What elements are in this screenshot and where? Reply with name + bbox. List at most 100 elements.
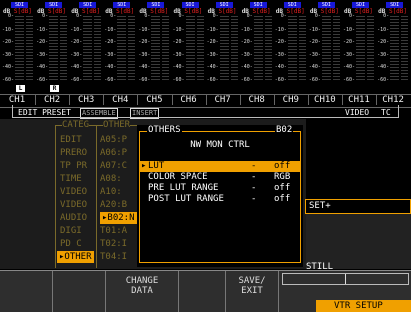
- db-unit: S[dB]: [150, 8, 169, 15]
- setting-value: off: [274, 194, 291, 204]
- category-item[interactable]: DIGI: [60, 225, 82, 237]
- scale-tick: -10-: [172, 27, 185, 33]
- scale-tick: -10-: [138, 27, 151, 33]
- scale-tick: -60-: [138, 77, 151, 83]
- category-item[interactable]: VIDEO: [60, 199, 87, 211]
- fkey-1[interactable]: [0, 271, 53, 312]
- save-exit-button[interactable]: SAVE/ EXIT: [226, 271, 279, 312]
- function-key-bar: CHANGE DATA SAVE/ EXIT VTR SETUP: [0, 270, 411, 312]
- level-bar: [128, 16, 136, 82]
- scale-tick: -40-: [206, 64, 219, 70]
- scale-tick: -10-: [104, 27, 117, 33]
- db-unit: S[dB]: [184, 8, 203, 15]
- vtr-setup-label: VTR SETUP: [334, 301, 383, 311]
- setting-label: LUT: [148, 161, 165, 171]
- category-item[interactable]: TIME: [60, 173, 82, 185]
- change-data-label: CHANGE DATA: [125, 276, 159, 296]
- others-item[interactable]: T04:I: [100, 251, 127, 263]
- scale-tick: -20-: [36, 39, 49, 45]
- right-indicator: R: [50, 85, 60, 92]
- category-label: PD C: [60, 239, 82, 249]
- setting-dash: -: [251, 172, 257, 182]
- audio-meters: SDI dB S[dB] 0- -10- -20- -30- -40- -60- L SDI dB …: [0, 0, 411, 122]
- level-bar: [390, 16, 400, 82]
- category-item[interactable]: AUDIO: [60, 212, 87, 224]
- category-item[interactable]: TP PR: [60, 160, 87, 172]
- mode-bar-bracket: [12, 105, 399, 118]
- scale-tick: 0-: [348, 13, 355, 19]
- others-label: A07:C: [100, 161, 128, 171]
- setting-dash: -: [251, 183, 257, 193]
- db-unit: S[dB]: [82, 8, 101, 15]
- selected-arrow-icon: ▸: [141, 161, 147, 171]
- level-bar: [60, 16, 68, 82]
- scale-tick: -10-: [206, 27, 219, 33]
- others-column: OTHER A05:P A06:P A07:C A08: A10: A20:B ▸B02:N…: [96, 120, 141, 268]
- scale-tick: -30-: [274, 52, 287, 58]
- others-item[interactable]: ▸B02:N: [100, 212, 137, 224]
- level-bar: [321, 16, 331, 82]
- others-item[interactable]: A10:: [100, 186, 122, 198]
- menu-area: CATEG EDIT PRERO TP PR TIME VIDEO VIDEO AUDIO D…: [0, 119, 411, 272]
- others-item[interactable]: A07:C: [100, 160, 127, 172]
- scale-tick: -60-: [274, 77, 287, 83]
- scale-tick: -60-: [2, 77, 15, 83]
- others-item[interactable]: A06:P: [100, 147, 127, 159]
- scale-tick: -60-: [308, 77, 321, 83]
- scale-tick: -40-: [70, 64, 83, 70]
- category-item[interactable]: ▸OTHER: [57, 251, 94, 263]
- scale-tick: -10-: [308, 27, 321, 33]
- level-bar: [264, 16, 272, 82]
- scale-tick: -20-: [377, 39, 390, 45]
- right-lower-panel: [306, 214, 411, 269]
- others-item[interactable]: A20:B: [100, 199, 127, 211]
- db-unit: S[dB]: [13, 8, 32, 15]
- scale-tick: 0-: [314, 13, 321, 19]
- channel-label-11: CH11: [342, 95, 375, 105]
- setting-dash: -: [251, 194, 257, 204]
- scale-tick: -20-: [308, 39, 321, 45]
- scale-tick: -30-: [172, 52, 185, 58]
- category-label: PRERO: [60, 148, 88, 158]
- category-item[interactable]: PD C: [60, 238, 82, 250]
- scale-tick: -10-: [240, 27, 253, 33]
- scale-tick: -60-: [343, 77, 356, 83]
- category-item[interactable]: VIDEO: [60, 186, 87, 198]
- others-label: A06:P: [100, 148, 128, 158]
- level-bar: [196, 16, 204, 82]
- scale-tick: -20-: [138, 39, 151, 45]
- scale-tick: -10-: [70, 27, 83, 33]
- others-item[interactable]: T02:I: [100, 238, 127, 250]
- level-bar: [151, 16, 161, 82]
- fkey-2[interactable]: [53, 271, 106, 312]
- others-label: B02:N: [107, 213, 135, 223]
- scale-tick: -10-: [343, 27, 356, 33]
- setting-value: off: [274, 183, 291, 193]
- setting-row[interactable]: COLOR SPACE - RGB: [140, 172, 300, 183]
- save-exit-label: SAVE/ EXIT: [238, 276, 266, 296]
- level-bar: [298, 16, 306, 82]
- category-item[interactable]: PRERO: [60, 147, 87, 159]
- channel-label-9: CH9: [273, 95, 307, 105]
- others-item[interactable]: T01:A: [100, 225, 127, 237]
- channel-label-12: CH12: [376, 95, 409, 105]
- category-header: CATEG: [62, 120, 90, 130]
- scale-tick: 0-: [110, 13, 117, 19]
- scale-tick: -40-: [308, 64, 321, 70]
- setting-row[interactable]: ▸ LUT - off: [140, 161, 300, 172]
- fkey-4[interactable]: [179, 271, 226, 312]
- scale-tick: -30-: [240, 52, 253, 58]
- scale-tick: -20-: [274, 39, 287, 45]
- channel-label-6: CH6: [171, 95, 205, 105]
- scale-tick: -40-: [377, 64, 390, 70]
- setting-dash: -: [251, 161, 257, 171]
- setting-row[interactable]: POST LUT RANGE - off: [140, 194, 300, 205]
- others-item[interactable]: A05:P: [100, 134, 127, 146]
- category-item[interactable]: EDIT: [60, 134, 82, 146]
- preview-panel: [306, 119, 411, 199]
- change-data-button[interactable]: CHANGE DATA: [106, 271, 179, 312]
- setting-row[interactable]: PRE LUT RANGE - off: [140, 183, 300, 194]
- set-plus-button[interactable]: SET+: [305, 199, 411, 214]
- vtr-setup-button[interactable]: VTR SETUP: [316, 300, 411, 312]
- others-item[interactable]: A08:: [100, 173, 122, 185]
